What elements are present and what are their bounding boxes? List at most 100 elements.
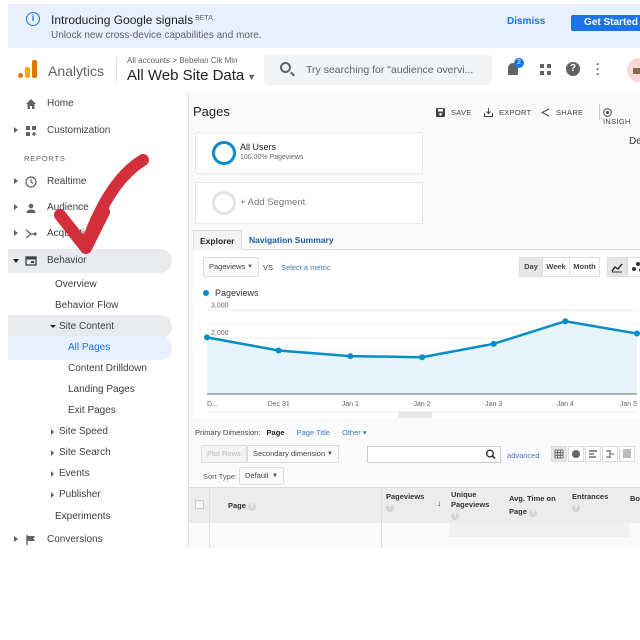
line-chart-toggle[interactable]: [607, 257, 627, 277]
bars-icon: [589, 450, 597, 458]
pivot-icon: [623, 449, 631, 458]
sidebar-item-label: Site Search: [59, 447, 111, 458]
tab-navigation-summary[interactable]: Navigation Summary: [243, 230, 340, 250]
pageviews-chart: 1,0002,0003,000D...Dec 31Jan 1Jan 2Jan 3…: [204, 302, 640, 418]
table-filter-input[interactable]: [367, 446, 501, 463]
metric-dropdown[interactable]: Pageviews ▼: [203, 257, 259, 277]
property-selector[interactable]: All Web Site Data ▼: [127, 67, 256, 84]
sidebar-item-experiments[interactable]: Experiments: [8, 505, 172, 529]
breadcrumb[interactable]: All accounts > Bebelan Cik Min: [127, 56, 238, 65]
advanced-filter-link[interactable]: advanced: [507, 451, 540, 460]
help-tooltip-icon[interactable]: ?: [451, 512, 459, 520]
select-all-checkbox[interactable]: [195, 500, 204, 509]
secondary-dimension-dropdown[interactable]: Secondary dimension ▼: [247, 445, 339, 463]
caret-down-icon: ▼: [327, 451, 333, 457]
tab-explorer[interactable]: Explorer: [193, 230, 242, 250]
period-day-button[interactable]: Day: [519, 257, 543, 277]
x-tick-label: Dec 31: [268, 401, 290, 408]
table-view-toggle[interactable]: [551, 446, 567, 462]
help-tooltip-icon[interactable]: ?: [572, 504, 580, 512]
add-segment-button[interactable]: + Add Segment: [195, 182, 423, 224]
sort-type-label: Sort Type:: [203, 472, 238, 481]
expand-arrow-icon: [14, 178, 18, 184]
flag-icon: [26, 535, 35, 545]
save-icon: [436, 108, 445, 117]
x-tick-label: Jan 1: [342, 401, 359, 408]
expand-arrow-icon: [51, 429, 54, 435]
plot-rows-button[interactable]: Plot Rows: [201, 445, 247, 463]
chart-collapse-handle: [398, 412, 432, 418]
performance-view-toggle[interactable]: [585, 446, 601, 462]
notification-count-badge: 2: [514, 58, 524, 68]
secondary-dimension-label: Secondary dimension: [253, 449, 326, 458]
banner-title-text: Introducing Google signals: [51, 13, 194, 27]
motion-chart-toggle[interactable]: [627, 257, 640, 277]
table-row-placeholder: [449, 523, 629, 537]
top-header: Analytics All accounts > Bebelan Cik Min…: [8, 50, 640, 90]
share-button[interactable]: SHARE: [541, 108, 583, 117]
sidebar-item-customization[interactable]: Customization: [8, 119, 172, 143]
data-point: [347, 353, 354, 360]
add-segment-label: + Add Segment: [240, 197, 306, 208]
dimension-page[interactable]: Page: [267, 428, 285, 437]
caret-down-icon: ▼: [247, 264, 253, 270]
search-input[interactable]: Try searching for "audience overvi...: [264, 55, 492, 85]
help-tooltip-icon[interactable]: ?: [529, 509, 538, 517]
column-header-bounce-rate[interactable]: Bounce Rate: [630, 492, 640, 505]
column-divider: [381, 487, 382, 548]
more-vert-icon[interactable]: · · ·: [596, 58, 600, 80]
data-point: [490, 340, 497, 347]
segment-all-users[interactable]: All Users 100.00% Pageviews: [195, 132, 423, 174]
grid-icon: [554, 449, 564, 459]
column-header-page[interactable]: Page ?: [228, 501, 257, 511]
property-name: All Web Site Data: [127, 67, 245, 84]
export-button[interactable]: EXPORT: [484, 108, 532, 117]
person-icon: [26, 203, 36, 213]
dimension-page-title[interactable]: Page Title: [297, 428, 330, 437]
sidebar-item-publisher[interactable]: Publisher: [8, 483, 172, 507]
caret-down-icon: ▼: [272, 473, 278, 479]
period-week-button[interactable]: Week: [542, 257, 570, 277]
column-header-entrances[interactable]: Entrances?: [572, 492, 622, 512]
get-started-button[interactable]: Get Started: [571, 15, 640, 31]
insights-button[interactable]: INSIGH: [603, 108, 640, 126]
column-header-unique-pageviews[interactable]: Unique Pageviews?: [451, 490, 501, 520]
sort-type-dropdown[interactable]: Default ▼: [239, 467, 284, 485]
sidebar-item-label: Exit Pages: [68, 405, 116, 416]
date-range-picker[interactable]: De: [629, 136, 640, 147]
apps-grid-icon[interactable]: [540, 64, 552, 76]
select-metric-link[interactable]: Select a metric: [281, 263, 331, 272]
help-icon[interactable]: ?: [566, 62, 580, 76]
collapse-arrow-icon: [50, 325, 56, 328]
comparison-view-toggle[interactable]: [602, 446, 618, 462]
column-label: Page: [228, 501, 246, 510]
export-icon: [484, 108, 493, 117]
period-month-button[interactable]: Month: [569, 257, 600, 277]
sidebar-item-label: Experiments: [55, 511, 111, 522]
avatar[interactable]: [627, 58, 640, 82]
banner-subtitle: Unlock new cross-device capabilities and…: [51, 30, 262, 41]
search-placeholder: Try searching for "audience overvi...: [306, 64, 474, 76]
pie-view-toggle[interactable]: [568, 446, 584, 462]
column-header-avg-time[interactable]: Avg. Time on Page ?: [509, 492, 565, 518]
x-tick-label: Jan 2: [413, 401, 430, 408]
column-divider: [209, 487, 210, 548]
data-point: [275, 347, 282, 354]
export-label: EXPORT: [499, 108, 532, 117]
sidebar-item-label: Publisher: [59, 489, 101, 500]
table-search-icon[interactable]: [483, 447, 499, 462]
pivot-view-toggle[interactable]: [619, 446, 635, 462]
help-tooltip-icon[interactable]: ?: [386, 504, 394, 512]
sidebar-item-conversions[interactable]: Conversions: [8, 528, 172, 548]
column-label: Bounce Rate: [630, 494, 640, 503]
save-button[interactable]: SAVE: [436, 108, 472, 117]
comparison-icon: [606, 450, 614, 458]
sidebar-item-home[interactable]: Home: [8, 92, 172, 116]
analytics-logo-icon: [18, 60, 38, 78]
clock-icon: [25, 176, 37, 188]
dismiss-button[interactable]: Dismiss: [507, 16, 545, 27]
sort-descending-icon[interactable]: ↓: [437, 498, 442, 508]
home-icon: [26, 99, 36, 109]
help-tooltip-icon[interactable]: ?: [248, 503, 257, 511]
dimension-other[interactable]: Other ▾: [342, 428, 367, 437]
